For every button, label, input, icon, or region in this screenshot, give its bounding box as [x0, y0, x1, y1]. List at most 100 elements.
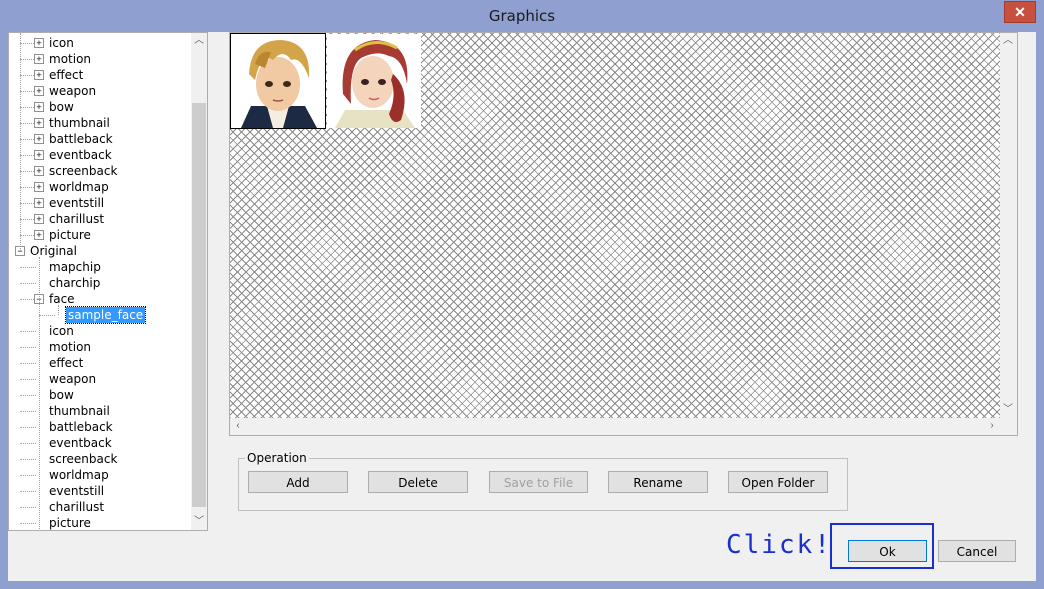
tree-item-label: bow — [49, 388, 74, 402]
expand-plus-icon[interactable]: + — [34, 230, 44, 240]
preview-vertical-scrollbar[interactable]: ︿ ﹀ — [1000, 33, 1017, 418]
tree-item[interactable]: screenback — [47, 451, 119, 467]
delete-button[interactable]: Delete — [368, 471, 468, 493]
window-title: Graphics — [488, 7, 556, 25]
tree-item-label: screenback — [49, 164, 118, 178]
tree-item[interactable]: bow — [47, 99, 76, 115]
tree-item-label: charillust — [49, 212, 105, 226]
tree-item[interactable]: mapchip — [47, 259, 103, 275]
tree-item-label: weapon — [49, 84, 97, 98]
tree-connector — [20, 459, 36, 460]
scroll-up-icon[interactable]: ︿ — [1000, 33, 1016, 49]
expand-plus-icon[interactable]: + — [34, 182, 44, 192]
title-bar: Graphics ✕ — [0, 0, 1044, 32]
tree-item-label: screenback — [49, 452, 118, 466]
tree-item[interactable]: sample_face — [64, 306, 147, 324]
tree-item[interactable]: motion — [47, 51, 93, 67]
add-button[interactable]: Add — [248, 471, 348, 493]
expand-plus-icon[interactable]: + — [34, 86, 44, 96]
expand-plus-icon[interactable]: + — [34, 38, 44, 48]
tree-item[interactable]: eventback — [47, 435, 114, 451]
expand-plus-icon[interactable]: + — [34, 150, 44, 160]
tree-item-label: icon — [49, 36, 74, 50]
ok-button[interactable]: Ok — [848, 540, 927, 562]
tree-item[interactable]: thumbnail — [47, 115, 112, 131]
tree-item[interactable]: weapon — [47, 371, 98, 387]
tree-item[interactable]: battleback — [47, 131, 115, 147]
tree-connector — [20, 507, 36, 508]
tree-item[interactable]: eventback — [47, 147, 114, 163]
tree-item-label: sample_face — [64, 306, 147, 324]
save-to-file-button[interactable]: Save to File — [489, 471, 588, 493]
folder-tree[interactable]: ︿ ﹀ + icon + motion + effect + weapon + bow + thumb… — [8, 32, 208, 531]
face-thumbnail-female[interactable] — [327, 34, 421, 128]
tree-item-label: weapon — [49, 372, 97, 386]
tree-item[interactable]: eventstill — [47, 483, 106, 499]
expand-plus-icon[interactable]: + — [34, 118, 44, 128]
tree-item-label: effect — [49, 68, 84, 82]
tree-item[interactable]: screenback — [47, 163, 119, 179]
tree-connector — [39, 315, 55, 316]
tree-connector — [20, 331, 36, 332]
tree-item[interactable]: charillust — [47, 211, 106, 227]
tree-connector — [20, 267, 36, 268]
tree-scroll-thumb[interactable] — [192, 103, 206, 507]
tree-item-label: charchip — [49, 276, 101, 290]
tree-item[interactable]: battleback — [47, 419, 115, 435]
tree-item[interactable]: Original — [28, 243, 79, 259]
tree-item[interactable]: charchip — [47, 275, 102, 291]
tree-item[interactable]: picture — [47, 227, 93, 243]
tree-guide-line — [20, 33, 21, 251]
tree-item[interactable]: icon — [47, 323, 76, 339]
expand-plus-icon[interactable]: + — [34, 54, 44, 64]
tree-connector — [20, 411, 36, 412]
tree-item[interactable]: effect — [47, 355, 85, 371]
scroll-left-icon[interactable]: ‹ — [230, 418, 246, 434]
tree-item-label: mapchip — [49, 260, 101, 274]
tree-item[interactable]: charillust — [47, 499, 106, 515]
tree-item[interactable]: face — [47, 291, 77, 307]
tree-connector — [20, 443, 36, 444]
expand-plus-icon[interactable]: + — [34, 166, 44, 176]
tree-item[interactable]: motion — [47, 339, 93, 355]
tree-item[interactable]: worldmap — [47, 467, 111, 483]
scroll-up-icon[interactable]: ︿ — [191, 33, 207, 49]
tree-connector — [20, 427, 36, 428]
tree-item[interactable]: weapon — [47, 83, 98, 99]
tree-item-label: bow — [49, 100, 74, 114]
tree-item-label: face — [49, 292, 75, 306]
tree-connector — [20, 395, 36, 396]
close-button[interactable]: ✕ — [1004, 1, 1036, 23]
tree-item[interactable]: icon — [47, 35, 76, 51]
tree-item-label: worldmap — [49, 468, 109, 482]
scroll-right-icon[interactable]: › — [984, 418, 1000, 434]
tree-item-label: eventback — [49, 148, 112, 162]
open-folder-button[interactable]: Open Folder — [728, 471, 828, 493]
tree-item[interactable]: thumbnail — [47, 403, 112, 419]
tree-item[interactable]: eventstill — [47, 195, 106, 211]
tree-item-label: eventback — [49, 436, 112, 450]
graphics-preview[interactable]: ︿ ﹀ ‹ › — [229, 32, 1018, 436]
expand-plus-icon[interactable]: + — [34, 102, 44, 112]
tree-item[interactable]: bow — [47, 387, 76, 403]
expand-plus-icon[interactable]: + — [34, 214, 44, 224]
scroll-down-icon[interactable]: ﹀ — [191, 514, 207, 530]
tree-item[interactable]: effect — [47, 67, 85, 83]
preview-horizontal-scrollbar[interactable]: ‹ › — [230, 418, 1000, 435]
scroll-down-icon[interactable]: ﹀ — [1000, 402, 1016, 418]
tree-item[interactable]: picture — [47, 515, 93, 530]
cancel-button[interactable]: Cancel — [938, 540, 1016, 562]
tree-item[interactable]: worldmap — [47, 179, 111, 195]
tree-connector — [20, 491, 36, 492]
face-thumbnail-male[interactable] — [230, 33, 326, 129]
tree-item-label: picture — [49, 516, 91, 530]
rename-button[interactable]: Rename — [608, 471, 708, 493]
tree-item-label: battleback — [49, 420, 113, 434]
expand-plus-icon[interactable]: + — [34, 198, 44, 208]
tree-item-label: picture — [49, 228, 91, 242]
tree-vertical-scrollbar[interactable]: ︿ ﹀ — [191, 33, 207, 530]
tree-item-label: battleback — [49, 132, 113, 146]
scroll-corner — [1000, 418, 1017, 435]
expand-plus-icon[interactable]: + — [34, 134, 44, 144]
expand-plus-icon[interactable]: + — [34, 70, 44, 80]
